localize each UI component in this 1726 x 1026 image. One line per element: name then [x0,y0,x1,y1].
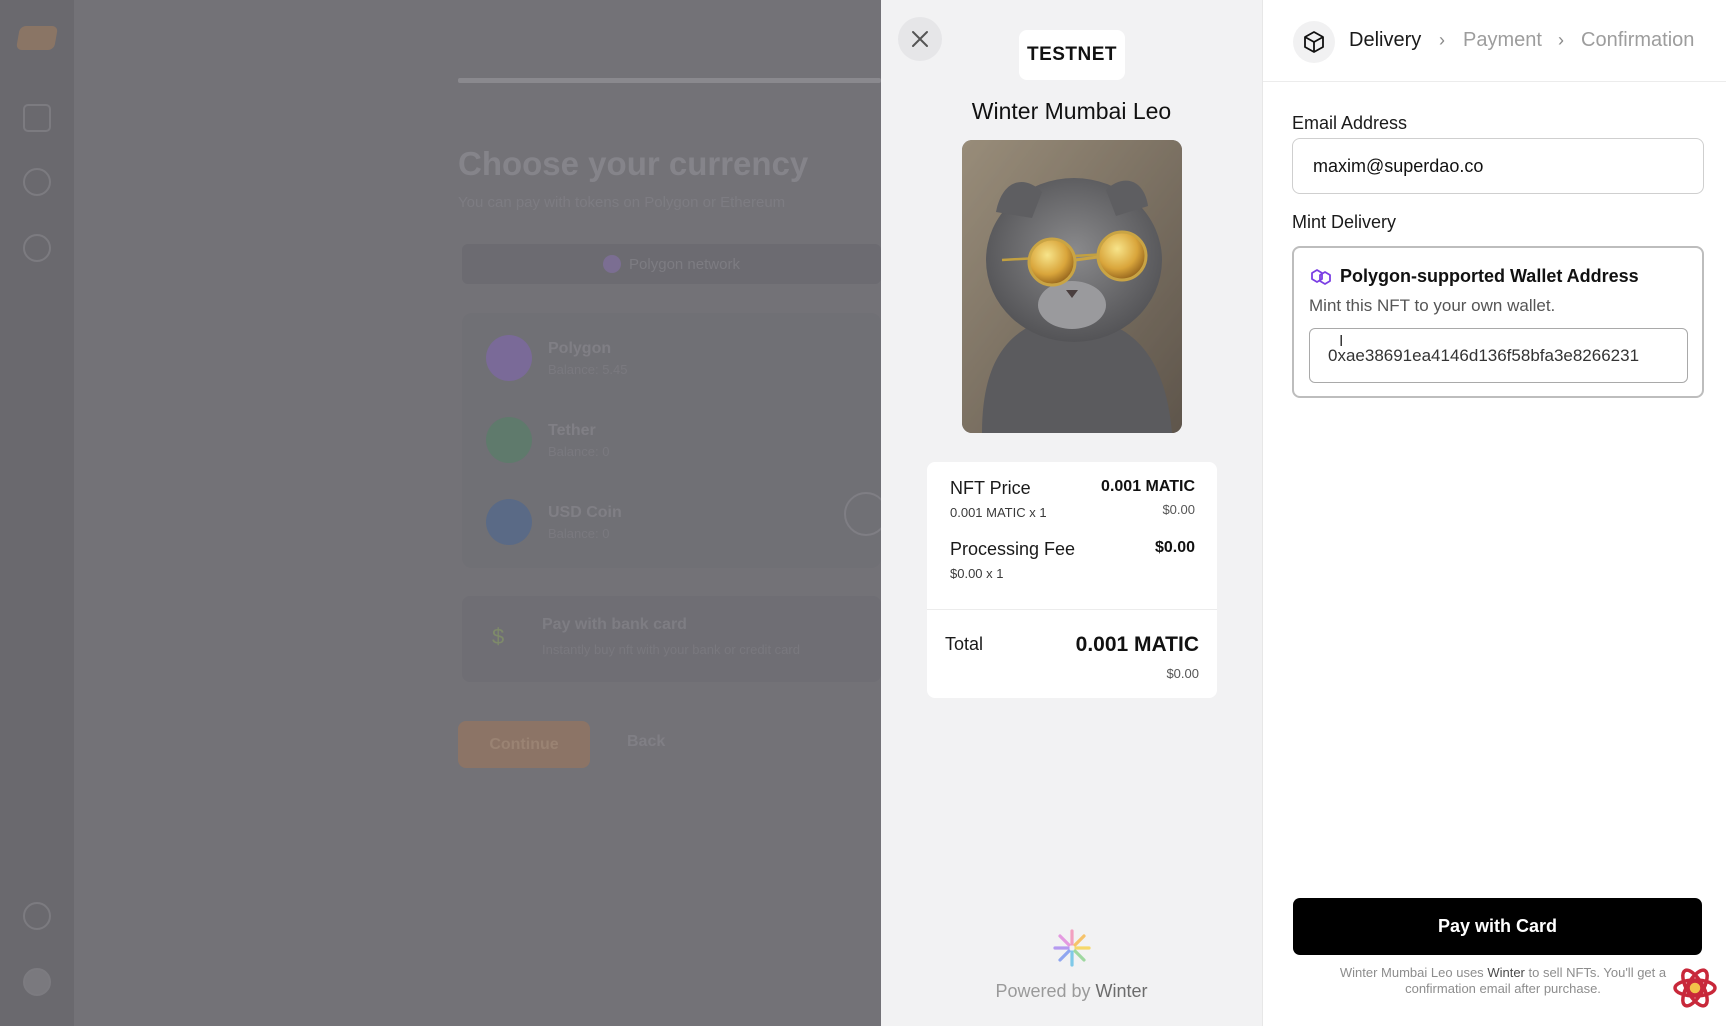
processing-fee-value: $0.00 [1154,539,1195,556]
processing-fee-quantity: $0.00 x 1 [950,566,1004,581]
text-cursor-icon: I [1339,333,1344,350]
nft-title: Winter Mumbai Leo [971,98,1172,124]
footer-uses: uses [1456,965,1484,980]
tether-coin-icon [486,417,532,463]
bank-card-description: Instantly buy nft with your bank or cred… [542,642,800,657]
total-label: Total [945,634,984,654]
order-summary-panel: TESTNET Winter Mumbai Leo NFT Price 0.00… [881,0,1262,1026]
background-continue-button: Continue [458,721,590,768]
checkout-stepper: Delivery › Payment › Confirmation [1263,0,1726,82]
wallet-delivery-option[interactable]: Polygon-supported Wallet Address Mint th… [1292,246,1704,398]
nft-price-usd: $0.00 [1162,502,1195,517]
powered-by-winter: Powered by Winter [881,928,1262,1002]
nft-image [962,140,1182,433]
currency-row: USD Coin Balance: 0 [486,499,622,545]
package-icon [1293,21,1335,63]
user-avatar-icon [23,968,51,996]
powered-by-brand: Winter [1095,981,1148,1001]
network-tab-label: Polygon network [629,255,740,273]
box-icon [1304,31,1324,53]
wallet-option-title: Polygon-supported Wallet Address [1340,266,1639,286]
app-logo-icon [15,26,59,50]
currency-row: Tether Balance: 0 [486,417,609,463]
background-currency-list: Polygon Balance: 5.45 Tether Balance: 0 … [462,313,881,568]
mint-delivery-label: Mint Delivery [1292,212,1397,232]
step-confirmation[interactable]: Confirmation [1581,29,1694,52]
usdc-coin-icon [486,499,532,545]
wallet-option-header: Polygon-supported Wallet Address [1309,266,1639,287]
wallet-address-field[interactable] [1309,328,1688,383]
currency-name: USD Coin [548,503,622,521]
background-title: Choose your currency [458,145,809,182]
dollar-icon: $ [492,624,505,649]
background-bank-card-option: $ Pay with bank card Instantly buy nft w… [462,596,881,682]
close-button[interactable] [898,17,942,61]
wallet-option-description: Mint this NFT to your own wallet. [1309,296,1556,315]
currency-balance: Balance: 0 [548,443,610,459]
currency-name: Polygon [548,339,612,357]
purchase-footer-note: Winter Mumbai Leo uses Winter to sell NF… [1317,965,1689,997]
powered-by-prefix: Powered by [995,981,1091,1001]
email-field[interactable] [1292,138,1704,194]
polygon-coin-icon [486,335,532,381]
background-back-button: Back [627,733,666,750]
community-icon [23,168,51,196]
bank-card-title: Pay with bank card [542,616,687,633]
footer-nft-name: Winter Mumbai Leo [1339,965,1453,980]
powered-by-text: Powered by Winter [881,981,1262,1002]
react-devtools-icon[interactable] [1671,965,1719,1011]
background-progress-bar [458,78,881,83]
polygon-icon [1311,268,1331,285]
currency-row: Polygon Balance: 5.45 [486,335,628,381]
email-label: Email Address [1292,113,1408,133]
background-app-overlay: Choose your currency You can pay with to… [0,0,888,1026]
nft-price-value: 0.001 MATIC [1101,478,1195,495]
currency-balance: Balance: 5.45 [548,361,628,377]
total-usd: $0.00 [1166,666,1199,681]
chevron-right-icon: › [1558,30,1564,50]
background-network-tab: Polygon network [462,244,881,284]
close-icon [912,31,928,47]
divider [927,609,1217,610]
cat-with-sunglasses-image [962,140,1182,433]
currency-balance: Balance: 0 [548,525,610,541]
background-subtitle: You can pay with tokens on Polygon or Et… [458,194,786,211]
price-breakdown-card: NFT Price 0.001 MATIC x 1 0.001 MATIC $0… [927,462,1217,698]
testnet-badge: TESTNET [1019,30,1125,80]
chevron-right-icon: › [1439,30,1445,50]
step-payment[interactable]: Payment [1463,29,1542,52]
polygon-network-icon [603,255,622,273]
currency-name: Tether [548,421,596,439]
nft-price-label: NFT Price [950,478,1031,498]
nft-price-quantity: 0.001 MATIC x 1 [950,505,1047,520]
winter-logo-icon [1052,929,1091,967]
step-delivery[interactable]: Delivery [1349,29,1421,52]
total-value: 0.001 MATIC [1075,633,1199,656]
footer-brand: Winter [1487,965,1525,980]
processing-fee-label: Processing Fee [950,539,1076,559]
pay-with-card-button[interactable]: Pay with Card [1293,898,1702,955]
help-icon [23,902,51,930]
settings-icon [23,234,51,262]
checkout-form-panel: Delivery › Payment › Confirmation Email … [1262,0,1726,1026]
dashboard-icon [23,104,51,132]
background-sidebar [0,0,74,1026]
